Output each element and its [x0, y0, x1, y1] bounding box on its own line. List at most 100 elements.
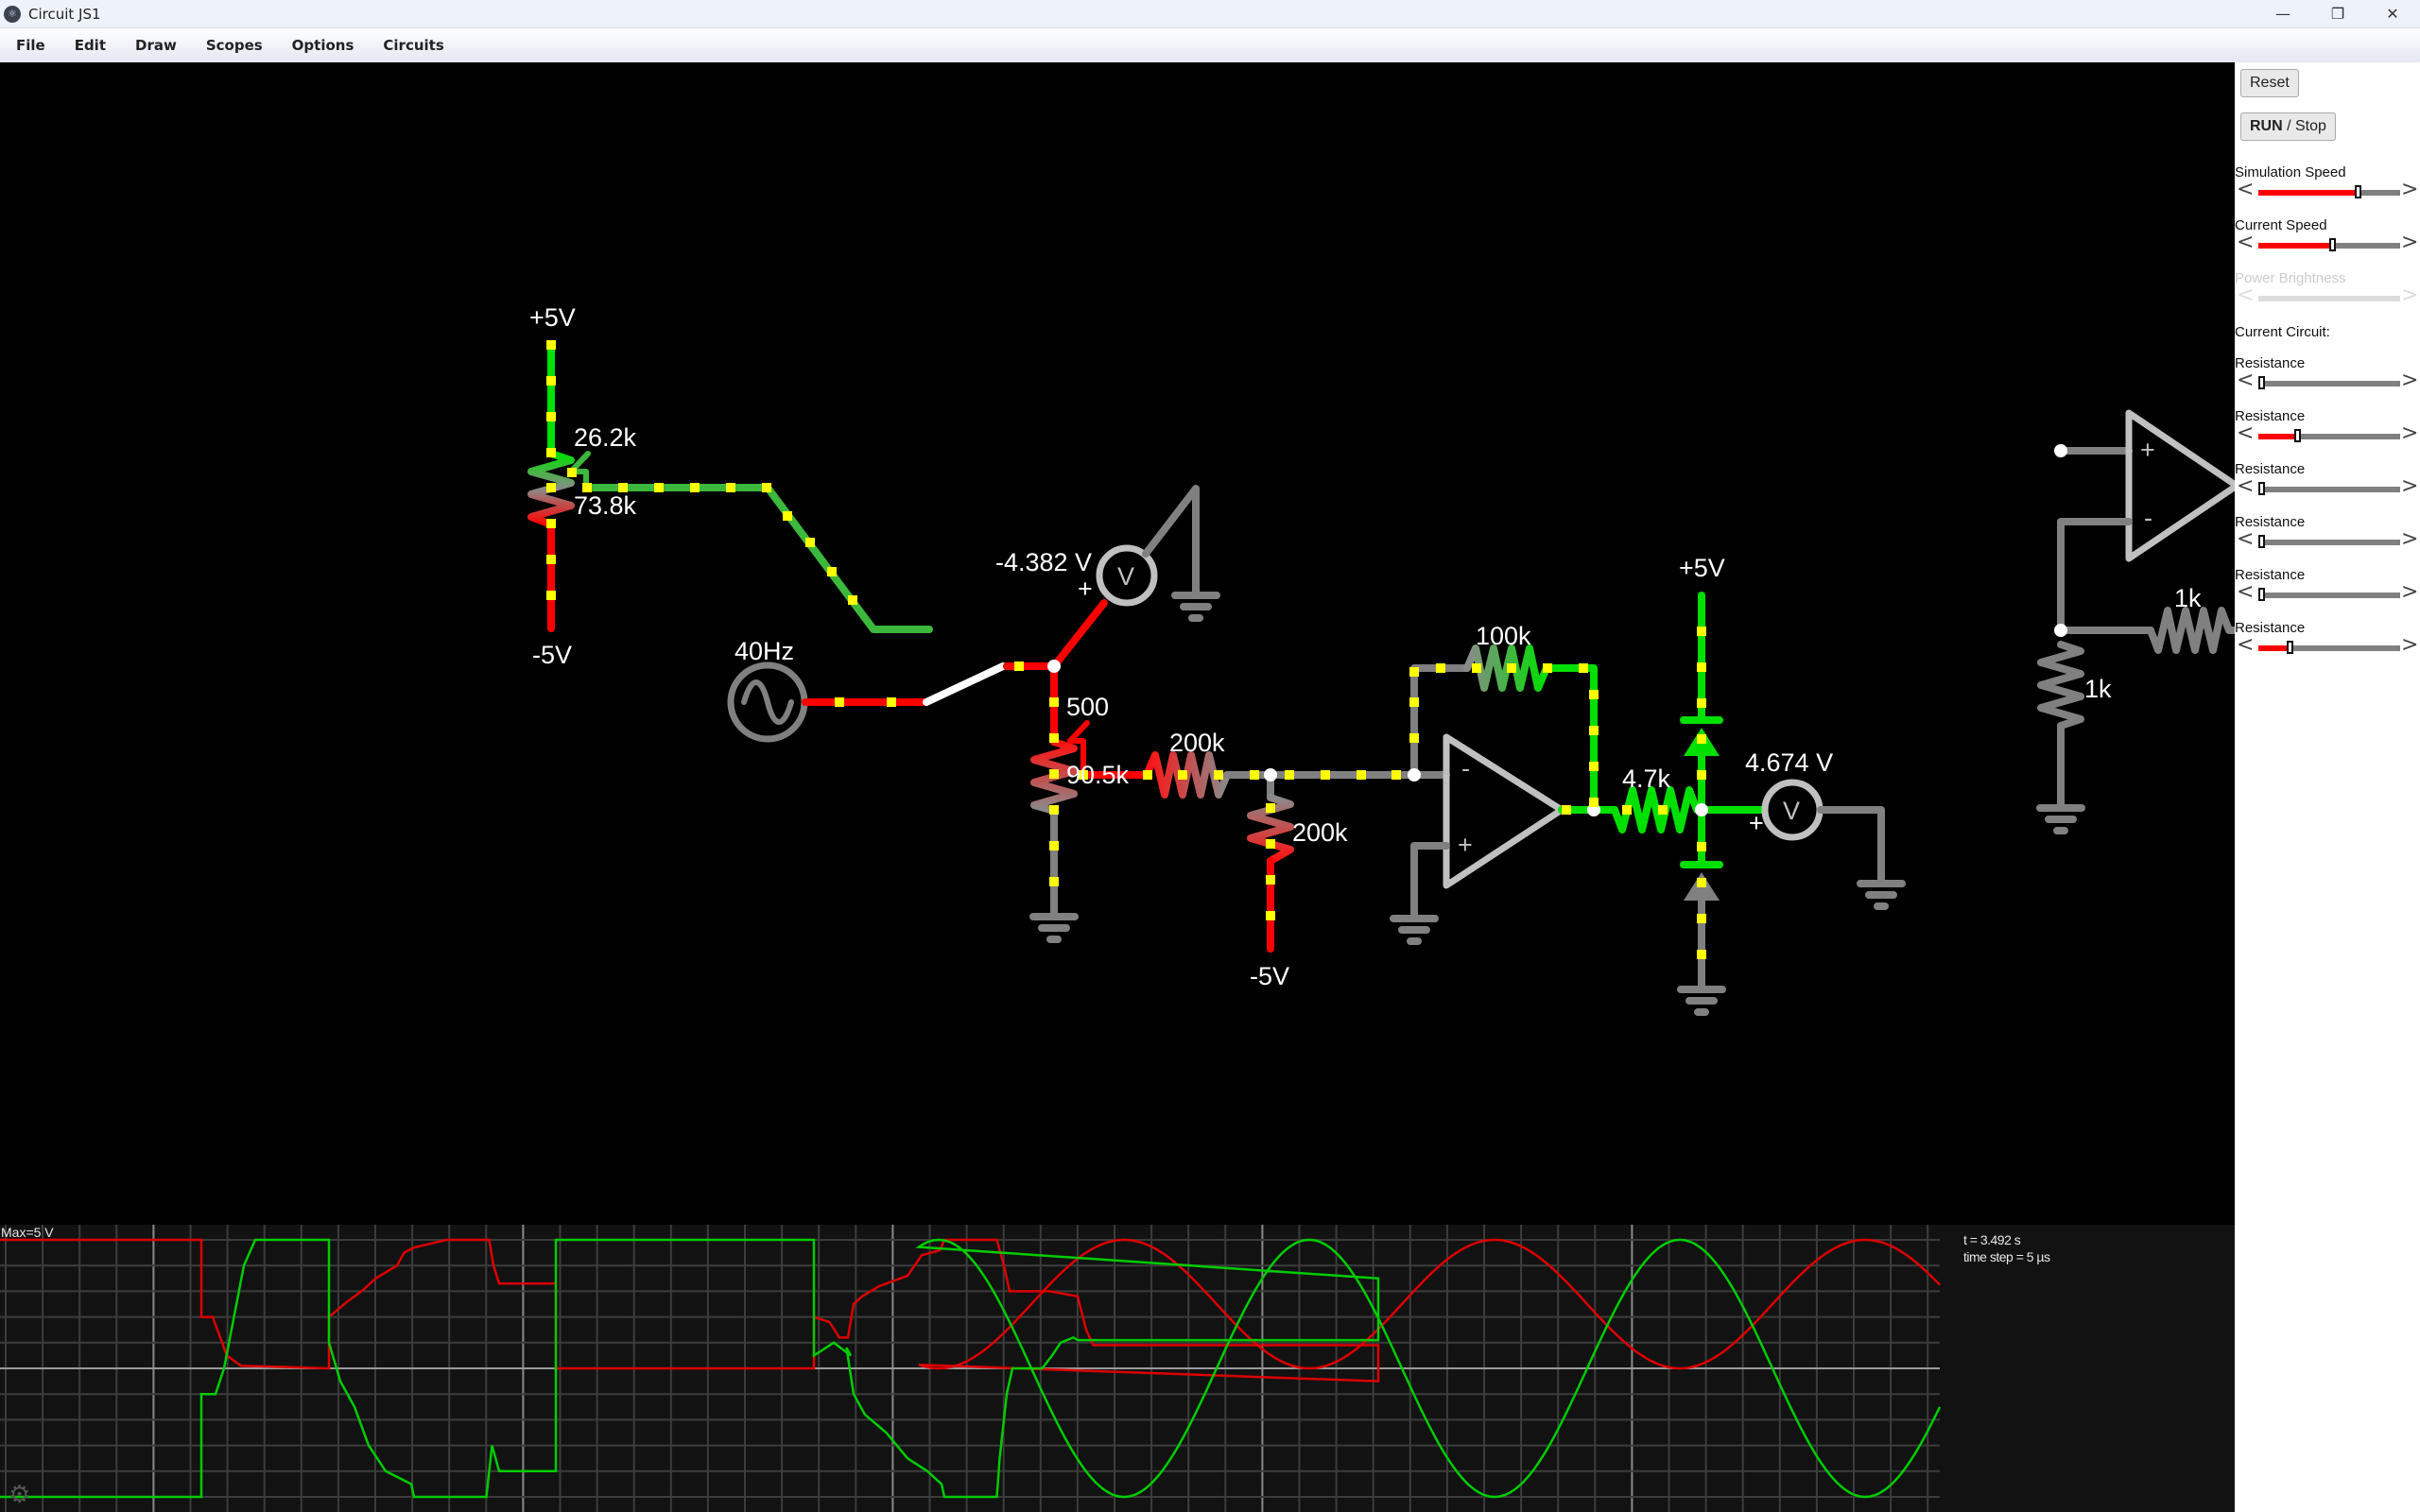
node-junction: [1408, 768, 1421, 782]
label-voltmeter1-plus: +: [1078, 575, 1093, 603]
slider-left-arrow-icon[interactable]: <: [2237, 232, 2254, 253]
ground-symbol-4: [1677, 986, 1726, 1016]
slider-thumb[interactable]: [2258, 376, 2265, 389]
menu-options[interactable]: Options: [276, 37, 368, 54]
slider-track[interactable]: [2258, 376, 2400, 389]
menu-edit[interactable]: Edit: [59, 37, 119, 54]
wire-feedback-left: [1410, 664, 1471, 779]
current-dot: [1697, 878, 1706, 887]
resistor-1k-horizontal: [2147, 607, 2235, 654]
slider-track[interactable]: [2258, 641, 2400, 654]
current-dot: [546, 376, 556, 386]
resistance-slider[interactable]: < >: [2235, 370, 2420, 393]
node-junction: [1047, 660, 1061, 673]
current-speed-slider[interactable]: < >: [2235, 232, 2420, 255]
scope-time-label: t = 3.492 s: [1963, 1232, 2021, 1247]
slider-track[interactable]: [2258, 588, 2400, 601]
scope-panel[interactable]: Max=5 V t = 3.492 s time step = 5 µs ⚙: [0, 1225, 2235, 1512]
menu-circuits[interactable]: Circuits: [367, 37, 457, 54]
current-dot: [1392, 770, 1401, 780]
label-voltmeter2-plus: +: [1749, 809, 1764, 837]
slider-right-arrow-icon[interactable]: >: [2401, 635, 2418, 656]
slider-thumb[interactable]: [2258, 588, 2265, 601]
slider-track[interactable]: [2258, 238, 2400, 251]
scope-settings-gear-icon[interactable]: ⚙: [9, 1482, 30, 1506]
current-dot: [1049, 733, 1059, 743]
current-dot: [1697, 662, 1706, 672]
label-pot1-supply-bottom: -5V: [532, 641, 572, 669]
slider-thumb[interactable]: [2258, 482, 2265, 495]
current-dot: [1697, 627, 1706, 636]
wire-voltmeter2-ground: [1817, 806, 1885, 887]
current-dot: [1658, 805, 1668, 815]
circuit-svg[interactable]: +5V -5V 26.2k 73.8k 40Hz -4.382 V + V 50…: [0, 62, 2235, 1225]
current-dot: [1589, 726, 1599, 735]
current-dot: [1589, 762, 1599, 771]
current-dot: [690, 483, 700, 492]
slider-right-arrow-icon[interactable]: >: [2401, 370, 2418, 391]
current-dot: [1266, 803, 1275, 813]
resistance-slider[interactable]: < >: [2235, 529, 2420, 552]
resistance-slider[interactable]: < >: [2235, 582, 2420, 605]
current-dot: [1049, 841, 1059, 850]
slider-track[interactable]: [2258, 185, 2400, 198]
slider-thumb[interactable]: [2287, 641, 2293, 654]
switch: [923, 662, 1007, 706]
close-button[interactable]: ✕: [2365, 0, 2420, 27]
slider-left-arrow-icon[interactable]: <: [2237, 635, 2254, 656]
slider-track[interactable]: [2258, 429, 2400, 442]
slider-thumb[interactable]: [2258, 535, 2265, 548]
scope-trace-input: [0, 1238, 1941, 1383]
menu-scopes[interactable]: Scopes: [190, 37, 276, 54]
run-stop-button[interactable]: RUN / Stop: [2240, 112, 2336, 141]
label-voltmeter2-v: V: [1783, 797, 1800, 825]
slider-right-arrow-icon[interactable]: >: [2401, 423, 2418, 444]
resistance-slider[interactable]: < >: [2235, 635, 2420, 658]
resistance-slider[interactable]: < >: [2235, 476, 2420, 499]
slider-left-arrow-icon: <: [2237, 284, 2255, 307]
label-pot1-lower: 73.8k: [574, 491, 637, 520]
menu-draw[interactable]: Draw: [119, 37, 190, 54]
slider-track: [2258, 296, 2400, 301]
slider-track[interactable]: [2258, 482, 2400, 495]
label-r-right-vertical: 1k: [2084, 675, 2112, 703]
slider-right-arrow-icon[interactable]: >: [2401, 180, 2418, 200]
scope-plot[interactable]: [0, 1225, 2235, 1512]
circuit-canvas[interactable]: +5V -5V 26.2k 73.8k 40Hz -4.382 V + V 50…: [0, 62, 2235, 1225]
window-title: Circuit JS1: [28, 5, 101, 23]
current-dot: [546, 448, 556, 457]
slider-thumb[interactable]: [2329, 238, 2336, 251]
slider-thumb[interactable]: [2293, 429, 2301, 442]
slider-left-arrow-icon[interactable]: <: [2237, 476, 2254, 497]
slider-right-arrow-icon[interactable]: >: [2401, 529, 2418, 550]
slider-left-arrow-icon[interactable]: <: [2237, 582, 2254, 603]
minimize-button[interactable]: —: [2256, 0, 2310, 27]
slider-left-arrow-icon[interactable]: <: [2237, 423, 2254, 444]
label-opamp-plus: +: [1458, 831, 1473, 859]
label-r-output: 4.7k: [1622, 765, 1671, 793]
slider-right-arrow-icon[interactable]: >: [2401, 476, 2418, 497]
slider-left-arrow-icon[interactable]: <: [2237, 370, 2254, 391]
current-dot: [546, 591, 556, 600]
wire-node-voltmeter1: [1050, 599, 1108, 670]
slider-right-arrow-icon[interactable]: >: [2401, 582, 2418, 603]
label-r-input: 200k: [1169, 729, 1225, 757]
current-dot: [1321, 770, 1330, 780]
current-dot: [1507, 663, 1516, 673]
menu-file[interactable]: File: [0, 37, 59, 54]
current-dot: [1143, 770, 1152, 780]
restore-button[interactable]: ❐: [2310, 0, 2365, 27]
slider-right-arrow-icon[interactable]: >: [2401, 232, 2418, 253]
slider-fill: [2258, 243, 2332, 249]
current-dot: [1622, 805, 1632, 815]
slider-thumb[interactable]: [2355, 185, 2361, 198]
slider-track[interactable]: [2258, 535, 2400, 548]
resistance-slider[interactable]: < >: [2235, 423, 2420, 446]
label-opamp-minus: -: [1461, 754, 1470, 782]
reset-button[interactable]: Reset: [2240, 69, 2299, 97]
slider-left-arrow-icon[interactable]: <: [2237, 180, 2254, 200]
current-dot: [1049, 697, 1059, 707]
slider-left-arrow-icon[interactable]: <: [2237, 529, 2254, 550]
simulation-speed-slider[interactable]: < >: [2235, 180, 2420, 202]
current-dot: [827, 567, 837, 576]
